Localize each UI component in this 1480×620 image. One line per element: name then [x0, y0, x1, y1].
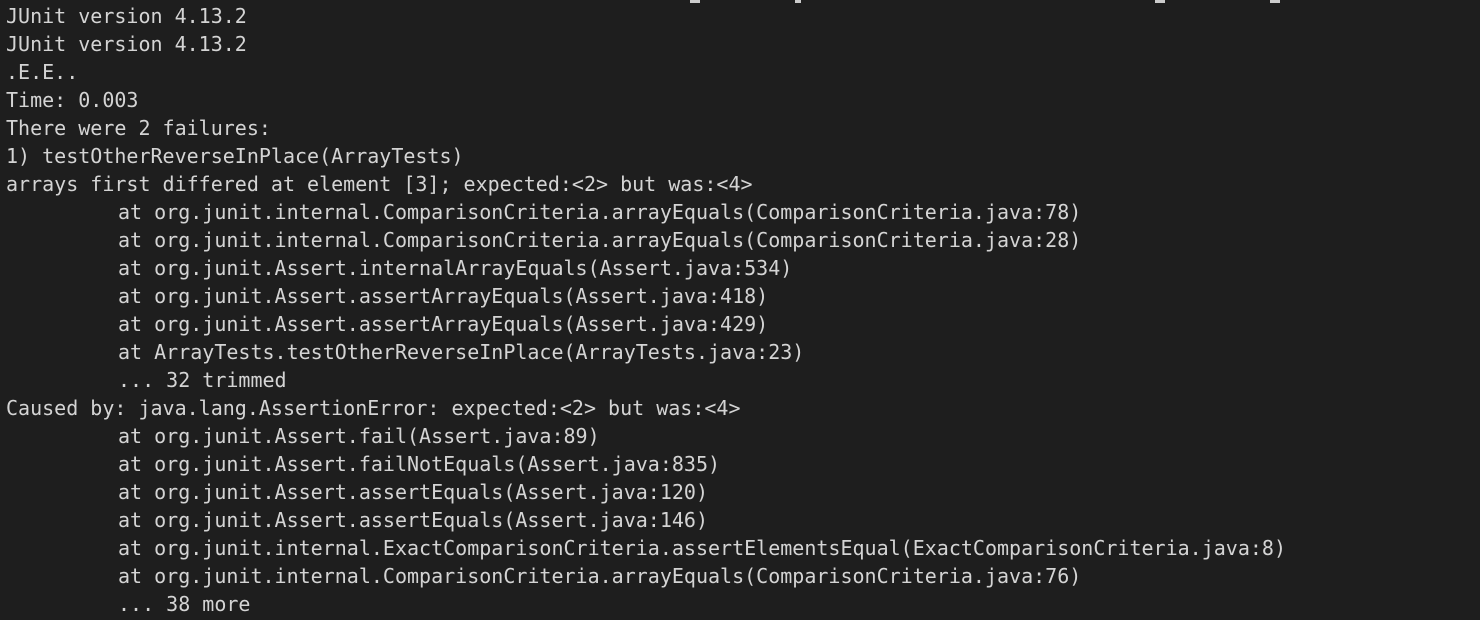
- terminal-line: at ArrayTests.testOtherReverseInPlace(Ar…: [118, 340, 805, 364]
- terminal-output: JUnit version 4.13.2 JUnit version 4.13.2…: [6, 2, 1286, 618]
- terminal-line: JUnit version 4.13.2: [6, 32, 247, 56]
- terminal-line: at org.junit.internal.ComparisonCriteria…: [118, 200, 1082, 224]
- terminal-line: Caused by: java.lang.AssertionError: exp…: [6, 396, 741, 420]
- terminal-line: at org.junit.internal.ExactComparisonCri…: [118, 536, 1286, 560]
- terminal-line: at org.junit.Assert.assertArrayEquals(As…: [118, 312, 769, 336]
- terminal-line: at org.junit.Assert.assertEquals(Assert.…: [118, 480, 709, 504]
- terminal-line: at org.junit.Assert.fail(Assert.java:89): [118, 424, 600, 448]
- terminal-line: JUnit version 4.13.2: [6, 4, 247, 28]
- terminal-line: .E.E..: [6, 60, 79, 84]
- terminal-line: Time: 0.003: [6, 88, 139, 112]
- terminal-line: at org.junit.internal.ComparisonCriteria…: [118, 228, 1082, 252]
- terminal-line: ... 32 trimmed: [118, 368, 287, 392]
- terminal-line: ... 38 more: [118, 592, 251, 616]
- terminal-line: 1) testOtherReverseInPlace(ArrayTests): [6, 144, 464, 168]
- terminal-line: at org.junit.Assert.failNotEquals(Assert…: [118, 452, 721, 476]
- terminal-line: at org.junit.Assert.internalArrayEquals(…: [118, 256, 793, 280]
- terminal-line: at org.junit.internal.ComparisonCriteria…: [118, 564, 1082, 588]
- terminal-line: at org.junit.Assert.assertEquals(Assert.…: [118, 508, 709, 532]
- terminal-line: at org.junit.Assert.assertArrayEquals(As…: [118, 284, 769, 308]
- terminal-window[interactable]: JUnit version 4.13.2 JUnit version 4.13.2…: [0, 0, 1480, 620]
- terminal-line: arrays first differed at element [3]; ex…: [6, 172, 753, 196]
- terminal-line: There were 2 failures:: [6, 116, 271, 140]
